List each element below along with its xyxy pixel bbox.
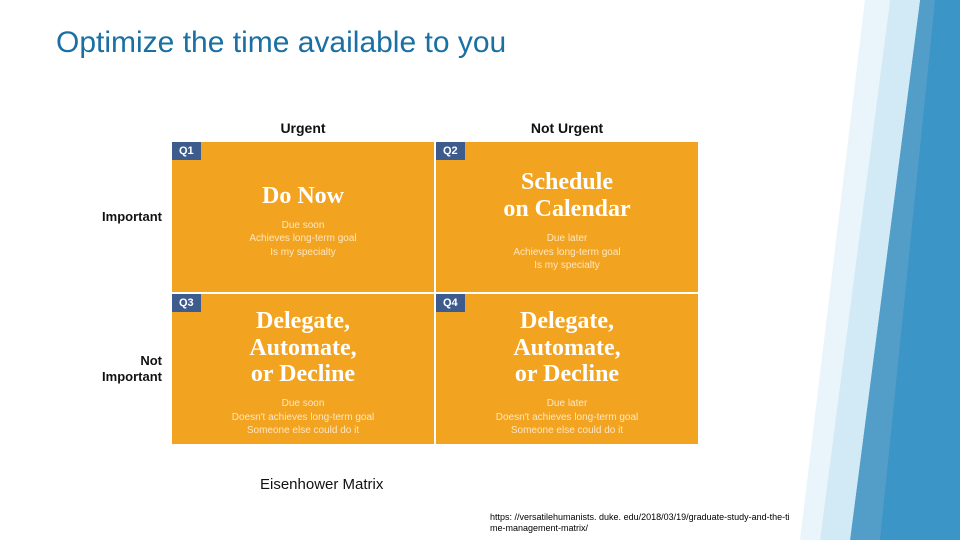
q1-heading: Do Now <box>184 183 422 209</box>
quadrant-q3: Q3 Delegate, Automate, or Decline Due so… <box>172 294 434 444</box>
matrix-caption: Eisenhower Matrix <box>260 476 383 493</box>
row-header-important: Important <box>80 142 170 292</box>
column-header-not-urgent: Not Urgent <box>436 116 698 140</box>
q2-detail: Due later Achieves long-term goal Is my … <box>448 232 686 273</box>
quadrant-q4: Q4 Delegate, Automate, or Decline Due la… <box>436 294 698 444</box>
slide-title: Optimize the time available to you <box>56 26 506 60</box>
q3-badge: Q3 <box>172 294 201 312</box>
q4-heading: Delegate, Automate, or Decline <box>448 308 686 387</box>
q4-detail: Due later Doesn't achieves long-term goa… <box>448 397 686 438</box>
q4-badge: Q4 <box>436 294 465 312</box>
q2-heading: Schedule on Calendar <box>448 169 686 222</box>
q1-detail: Due soon Achieves long-term goal Is my s… <box>184 219 422 260</box>
eisenhower-matrix: Urgent Not Urgent Important Q1 Do Now Du… <box>80 116 698 444</box>
q3-heading: Delegate, Automate, or Decline <box>184 308 422 387</box>
column-header-urgent: Urgent <box>172 116 434 140</box>
quadrant-q2: Q2 Schedule on Calendar Due later Achiev… <box>436 142 698 292</box>
source-citation: https: //versatilehumanists. duke. edu/2… <box>490 512 790 534</box>
q2-badge: Q2 <box>436 142 465 160</box>
row-header-not-important: Not Important <box>80 294 170 444</box>
quadrant-q1: Q1 Do Now Due soon Achieves long-term go… <box>172 142 434 292</box>
q3-detail: Due soon Doesn't achieves long-term goal… <box>184 397 422 438</box>
q1-badge: Q1 <box>172 142 201 160</box>
slide-decoration <box>760 0 960 540</box>
